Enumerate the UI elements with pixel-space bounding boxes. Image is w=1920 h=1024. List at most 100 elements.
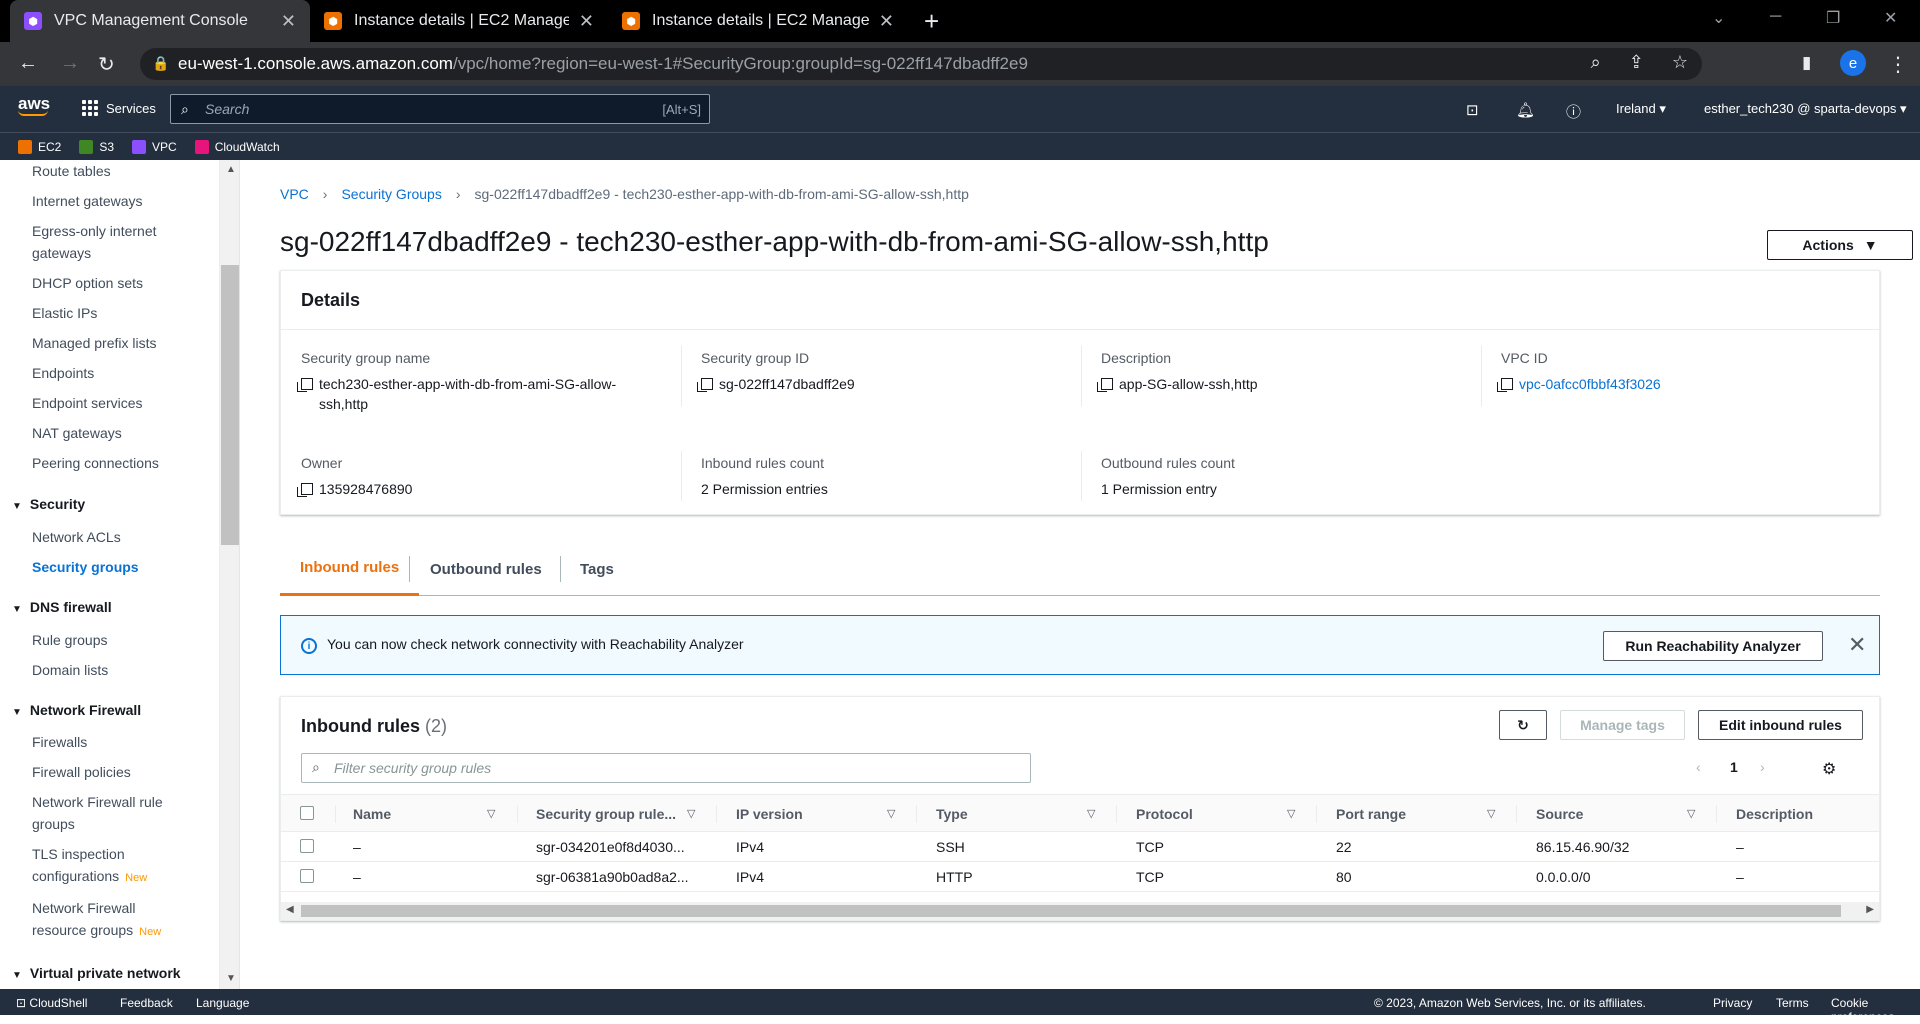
close-tab-icon[interactable]: ✕ xyxy=(579,11,594,32)
table-row[interactable]: – sgr-06381a90b0ad8a2... IPv4 HTTP TCP 8… xyxy=(281,862,1879,892)
breadcrumb-vpc[interactable]: VPC xyxy=(280,186,309,202)
sidebar-item-domain-lists[interactable]: Domain lists xyxy=(32,659,182,681)
copy-icon[interactable] xyxy=(697,378,713,392)
refresh-button[interactable]: ↻ xyxy=(1499,710,1547,740)
bookmark-star-icon[interactable]: ☆ xyxy=(1672,52,1688,73)
table-horizontal-scrollbar[interactable]: ◀ ▶ xyxy=(281,902,1879,920)
cookie-preferences-link[interactable]: Cookie preferences xyxy=(1831,996,1920,1024)
row-checkbox[interactable] xyxy=(300,839,314,853)
profile-avatar[interactable]: e xyxy=(1840,50,1866,76)
tab-inbound-rules[interactable]: Inbound rules xyxy=(280,542,420,596)
sidebar-item-endpoints[interactable]: Endpoints xyxy=(32,362,182,384)
sort-icon[interactable]: ▽ xyxy=(487,807,495,820)
notifications-icon[interactable]: 🔔︎ xyxy=(1516,101,1535,119)
col-name[interactable]: Name xyxy=(353,806,391,822)
col-rule-id[interactable]: Security group rule... xyxy=(536,806,676,822)
share-icon[interactable]: ⇪ xyxy=(1629,52,1644,73)
sidebar-item-tls-inspection[interactable]: TLS inspection configurations New xyxy=(32,843,182,889)
sidebar-item-network-acls[interactable]: Network ACLs xyxy=(32,526,182,548)
browser-tab-ec2-2[interactable]: ⬢ Instance details | EC2 Manageme ✕ xyxy=(608,0,908,42)
terms-link[interactable]: Terms xyxy=(1776,996,1809,1010)
manage-tags-button[interactable]: Manage tags xyxy=(1560,710,1685,740)
new-tab-icon[interactable]: + xyxy=(924,6,939,37)
sidebar-item-egress-only[interactable]: Egress-only internet gateways xyxy=(32,220,182,264)
privacy-link[interactable]: Privacy xyxy=(1713,996,1752,1010)
cloudshell-link[interactable]: ⊡ CloudShell xyxy=(16,996,87,1010)
copy-icon[interactable] xyxy=(1497,378,1513,392)
sidebar-item-nat-gateways[interactable]: NAT gateways xyxy=(32,422,182,444)
settings-gear-icon[interactable]: ⚙ xyxy=(1822,759,1836,779)
reload-icon[interactable]: ↻ xyxy=(98,52,115,77)
row-checkbox[interactable] xyxy=(300,869,314,883)
sidebar-item-firewalls[interactable]: Firewalls xyxy=(32,731,182,753)
col-type[interactable]: Type xyxy=(936,806,968,822)
zoom-icon[interactable]: ⌕ xyxy=(1591,52,1601,73)
col-source[interactable]: Source xyxy=(1536,806,1583,822)
previous-page-icon[interactable]: ‹ xyxy=(1696,759,1701,775)
select-all-checkbox[interactable] xyxy=(300,806,314,820)
sort-icon[interactable]: ▽ xyxy=(1487,807,1495,820)
sidebar-item-nf-resource-groups[interactable]: Network Firewall resource groups New xyxy=(32,897,182,943)
table-row[interactable]: – sgr-034201e0f8d4030... IPv4 SSH TCP 22… xyxy=(281,832,1879,862)
sidebar-section-network-firewall[interactable]: Network Firewall xyxy=(12,702,141,718)
scroll-left-icon[interactable]: ◀ xyxy=(286,904,294,915)
sort-icon[interactable]: ▽ xyxy=(1687,807,1695,820)
col-ip-version[interactable]: IP version xyxy=(736,806,803,822)
favorite-cloudwatch[interactable]: CloudWatch xyxy=(194,139,280,154)
sort-icon[interactable]: ▽ xyxy=(1087,807,1095,820)
search-input[interactable]: ⌕ Search [Alt+S] xyxy=(170,94,710,124)
edit-inbound-rules-button[interactable]: Edit inbound rules xyxy=(1698,710,1863,740)
aws-logo[interactable]: aws xyxy=(18,94,50,116)
close-window-icon[interactable]: ✕ xyxy=(1884,8,1897,28)
favorite-ec2[interactable]: EC2 xyxy=(18,139,61,154)
sidebar-item-endpoint-services[interactable]: Endpoint services xyxy=(32,392,182,414)
back-icon[interactable]: ← xyxy=(18,52,38,75)
cell-rule-id[interactable]: sgr-06381a90b0ad8a2... xyxy=(536,869,689,885)
url-bar[interactable]: 🔒 eu-west-1.console.aws.amazon.com/vpc/h… xyxy=(140,48,1702,80)
copy-icon[interactable] xyxy=(1097,378,1113,392)
scroll-up-icon[interactable]: ▲ xyxy=(226,164,236,175)
run-reachability-analyzer-button[interactable]: Run Reachability Analyzer xyxy=(1603,631,1823,661)
col-protocol[interactable]: Protocol xyxy=(1136,806,1193,822)
breadcrumb-security-groups[interactable]: Security Groups xyxy=(341,186,441,202)
help-icon[interactable]: ⓘ xyxy=(1566,101,1581,122)
close-icon[interactable]: ✕ xyxy=(1848,632,1866,658)
next-page-icon[interactable]: › xyxy=(1760,759,1765,775)
col-port-range[interactable]: Port range xyxy=(1336,806,1406,822)
sidebar-item-dhcp[interactable]: DHCP option sets xyxy=(32,272,182,294)
sort-icon[interactable]: ▽ xyxy=(1287,807,1295,820)
copy-icon[interactable] xyxy=(297,483,313,497)
favorite-s3[interactable]: S3 xyxy=(79,139,114,154)
scrollbar-thumb[interactable] xyxy=(221,265,239,545)
sidebar-item-security-groups[interactable]: Security groups xyxy=(32,556,182,578)
sidebar-item-internet-gateways[interactable]: Internet gateways xyxy=(32,190,182,212)
scroll-right-icon[interactable]: ▶ xyxy=(1866,904,1874,915)
copy-icon[interactable] xyxy=(297,378,313,392)
side-panel-icon[interactable]: ▮ xyxy=(1802,53,1811,73)
cell-rule-id[interactable]: sgr-034201e0f8d4030... xyxy=(536,839,685,855)
sidebar-item-rule-groups[interactable]: Rule groups xyxy=(32,629,182,651)
close-tab-icon[interactable]: ✕ xyxy=(281,11,296,32)
tab-search-icon[interactable]: ⌄ xyxy=(1712,8,1725,28)
browser-tab-ec2-1[interactable]: ⬢ Instance details | EC2 Manageme ✕ xyxy=(310,0,608,42)
sidebar-section-vpn[interactable]: Virtual private network xyxy=(12,965,181,981)
vpc-id-link[interactable]: vpc-0afcc0fbbf43f3026 xyxy=(1519,374,1661,394)
sidebar-item-elastic-ips[interactable]: Elastic IPs xyxy=(32,302,182,324)
sidebar-item-route-tables[interactable]: Route tables xyxy=(32,160,182,182)
forward-icon[interactable]: → xyxy=(60,52,80,75)
minimize-icon[interactable]: ─ xyxy=(1770,8,1781,26)
col-description[interactable]: Description xyxy=(1736,806,1813,822)
sidebar-item-firewall-policies[interactable]: Firewall policies xyxy=(32,761,182,783)
page-number[interactable]: 1 xyxy=(1730,759,1738,775)
scrollbar-thumb[interactable] xyxy=(301,905,1841,917)
services-menu[interactable]: Services xyxy=(82,100,156,116)
tab-tags[interactable]: Tags xyxy=(580,542,614,596)
filter-rules-input[interactable]: ⌕ Filter security group rules xyxy=(301,753,1031,783)
sidebar-section-dns-firewall[interactable]: DNS firewall xyxy=(12,599,112,615)
browser-tab-vpc[interactable]: ⬢ VPC Management Console ✕ xyxy=(10,0,310,42)
account-menu[interactable]: esther_tech230 @ sparta-devops ▾ xyxy=(1704,101,1907,117)
sidebar-scrollbar[interactable]: ▲ ▼ xyxy=(220,160,240,989)
tab-outbound-rules[interactable]: Outbound rules xyxy=(430,542,542,596)
sort-icon[interactable]: ▽ xyxy=(687,807,695,820)
sidebar-item-peering[interactable]: Peering connections xyxy=(32,452,182,474)
